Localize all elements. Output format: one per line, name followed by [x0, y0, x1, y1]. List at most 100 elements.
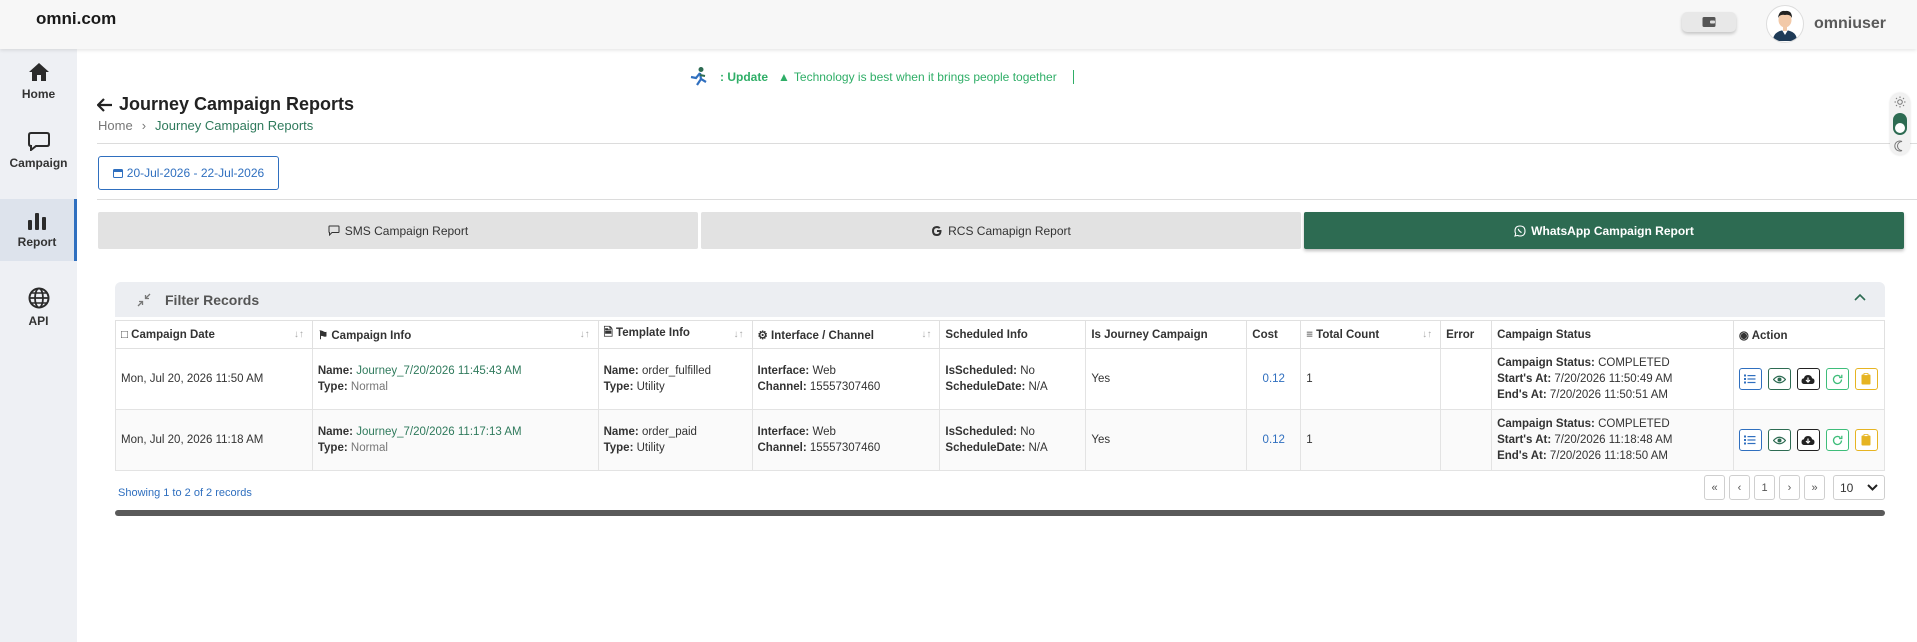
- download-button[interactable]: [1796, 429, 1820, 451]
- tab-label: WhatsApp Campaign Report: [1531, 223, 1694, 238]
- chat-bubble-icon: [27, 131, 50, 151]
- page-number-button[interactable]: 1: [1754, 475, 1775, 500]
- home-icon: [28, 62, 49, 81]
- horizontal-scrollbar[interactable]: [115, 510, 1885, 516]
- bar-chart-icon: [28, 212, 46, 230]
- date-range-picker[interactable]: 20-Jul-2026 - 22-Jul-2026: [98, 156, 279, 190]
- chevron-up-icon[interactable]: [1854, 293, 1866, 301]
- page-title-text: Journey Campaign Reports: [119, 94, 355, 114]
- plug-icon: ⚙: [757, 329, 768, 342]
- filter-records-header[interactable]: Filter Records: [115, 282, 1885, 317]
- campaign-name[interactable]: Journey_7/20/2026 11:45:43 AM: [356, 365, 521, 377]
- is-scheduled-value: No: [1020, 365, 1035, 377]
- view-button[interactable]: [1767, 368, 1791, 390]
- column-header-label: Campaign Date: [131, 328, 215, 341]
- clipboard-button[interactable]: [1854, 429, 1878, 451]
- action-cell: [1732, 409, 1886, 471]
- last-page-button[interactable]: »: [1804, 475, 1825, 500]
- chat-bubble-icon: [328, 225, 340, 236]
- user-menu[interactable]: omniuser: [1766, 5, 1886, 43]
- details-button[interactable]: [1738, 429, 1762, 451]
- field-label: Interface:: [757, 426, 810, 438]
- column-header-label: Action: [1751, 329, 1788, 342]
- sort-icon[interactable]: ↓↑: [294, 329, 304, 340]
- field-label: Campaign Status:: [1497, 418, 1595, 430]
- chevron-right-icon: ›: [141, 118, 147, 133]
- campaign-name[interactable]: Journey_7/20/2026 11:17:13 AM: [356, 426, 521, 438]
- tab-rcs-campaign-report[interactable]: RCS Camapign Report: [701, 212, 1301, 249]
- channel-value: 15557307460: [809, 381, 881, 393]
- theme-toggle[interactable]: [1890, 93, 1910, 155]
- refresh-button[interactable]: [1825, 429, 1849, 451]
- clipboard-icon: [1861, 434, 1871, 446]
- sidebar-item-api[interactable]: API: [0, 277, 77, 337]
- refresh-button[interactable]: [1825, 368, 1849, 390]
- tab-whatsapp-campaign-report[interactable]: WhatsApp Campaign Report: [1304, 212, 1904, 249]
- sort-icon[interactable]: ↓↑: [734, 329, 744, 340]
- field-label: Name:: [603, 365, 639, 377]
- sidebar-item-label: Campaign: [9, 155, 68, 170]
- refresh-icon: [1832, 435, 1843, 445]
- divider: [97, 199, 1917, 200]
- first-page-button[interactable]: «: [1704, 475, 1725, 500]
- starts-at-value: 7/20/2026 11:18:48 AM: [1554, 434, 1673, 446]
- next-page-button[interactable]: ›: [1779, 475, 1800, 500]
- column-header-scheduled-info: Scheduled Info: [939, 320, 1087, 349]
- details-button[interactable]: [1738, 368, 1762, 390]
- prev-page-button[interactable]: ‹: [1729, 475, 1750, 500]
- page-size-select[interactable]: 10: [1833, 475, 1885, 500]
- pagination: « ‹ 1 › »: [1704, 475, 1825, 500]
- tab-label: SMS Campaign Report: [344, 223, 469, 238]
- running-figure-icon: [690, 67, 707, 86]
- sidebar-item-label: Home: [21, 86, 56, 101]
- campaign-date-cell: Mon, Jul 20, 2026 11:50 AM: [115, 348, 313, 410]
- is-journey-cell: Yes: [1085, 409, 1248, 471]
- field-label: Type:: [317, 442, 348, 454]
- campaign-status-cell: Campaign Status: COMPLETED Start's At: 7…: [1491, 348, 1734, 410]
- cost-cell[interactable]: 0.12: [1246, 409, 1302, 471]
- sidebar-item-campaign[interactable]: Campaign: [0, 120, 77, 180]
- column-header-total-count[interactable]: ≡ Total Count ↓↑: [1300, 320, 1442, 349]
- wallet-button[interactable]: [1682, 12, 1736, 32]
- campaign-status-cell: Campaign Status: COMPLETED Start's At: 7…: [1491, 409, 1734, 471]
- field-label: End's At:: [1497, 389, 1547, 401]
- column-header-cost: Cost: [1246, 320, 1302, 349]
- back-arrow-icon[interactable]: [97, 97, 113, 112]
- schedule-date-value: N/A: [1028, 381, 1048, 393]
- sidebar-item-label: API: [28, 313, 49, 328]
- column-header-template-info[interactable]: 🗎 Template Info ↓↑: [597, 320, 753, 349]
- scheduled-info-cell: IsScheduled: No ScheduleDate: N/A: [939, 348, 1087, 410]
- field-label: ScheduleDate:: [945, 442, 1026, 454]
- column-header-interface-channel[interactable]: ⚙ Interface / Channel ↓↑: [751, 320, 941, 349]
- cost-cell[interactable]: 0.12: [1246, 348, 1302, 410]
- scheduled-info-cell: IsScheduled: No ScheduleDate: N/A: [939, 409, 1087, 471]
- table-row: Mon, Jul 20, 2026 11:18 AM Name: Journey…: [115, 409, 1886, 471]
- refresh-icon: [1832, 374, 1843, 384]
- sidebar-item-report[interactable]: Report: [0, 199, 77, 261]
- brand-logo[interactable]: omni.com: [36, 9, 116, 29]
- tree-icon: ▲: [778, 70, 790, 84]
- top-bar: omni.com omniuser: [0, 0, 1917, 49]
- column-header-campaign-info[interactable]: ⚑ Campaign Info ↓↑: [311, 320, 599, 349]
- column-header-error: Error: [1440, 320, 1493, 349]
- tab-sms-campaign-report[interactable]: SMS Campaign Report: [98, 212, 698, 249]
- page-size-value: 10: [1840, 480, 1854, 495]
- campaign-info-cell: Name: Journey_7/20/2026 11:45:43 AM Type…: [311, 348, 599, 410]
- clipboard-button[interactable]: [1854, 368, 1878, 390]
- toggle-knob[interactable]: [1893, 113, 1907, 135]
- sort-icon[interactable]: ↓↑: [921, 329, 931, 340]
- breadcrumb-home[interactable]: Home: [98, 118, 133, 133]
- starts-at-value: 7/20/2026 11:50:49 AM: [1554, 373, 1673, 385]
- sort-icon[interactable]: ↓↑: [580, 329, 590, 340]
- view-button[interactable]: [1767, 429, 1791, 451]
- column-header-label: Error: [1446, 328, 1475, 341]
- download-button[interactable]: [1796, 368, 1820, 390]
- google-icon: [932, 225, 942, 236]
- sidebar-item-home[interactable]: Home: [0, 51, 77, 111]
- column-header-campaign-date[interactable]: □ Campaign Date ↓↑: [115, 320, 313, 349]
- whatsapp-icon: [1514, 224, 1526, 237]
- is-scheduled-value: No: [1020, 426, 1035, 438]
- sort-icon[interactable]: ↓↑: [1422, 329, 1432, 340]
- sidebar: Home Campaign Report API: [0, 49, 77, 642]
- moon-icon: [1894, 140, 1903, 152]
